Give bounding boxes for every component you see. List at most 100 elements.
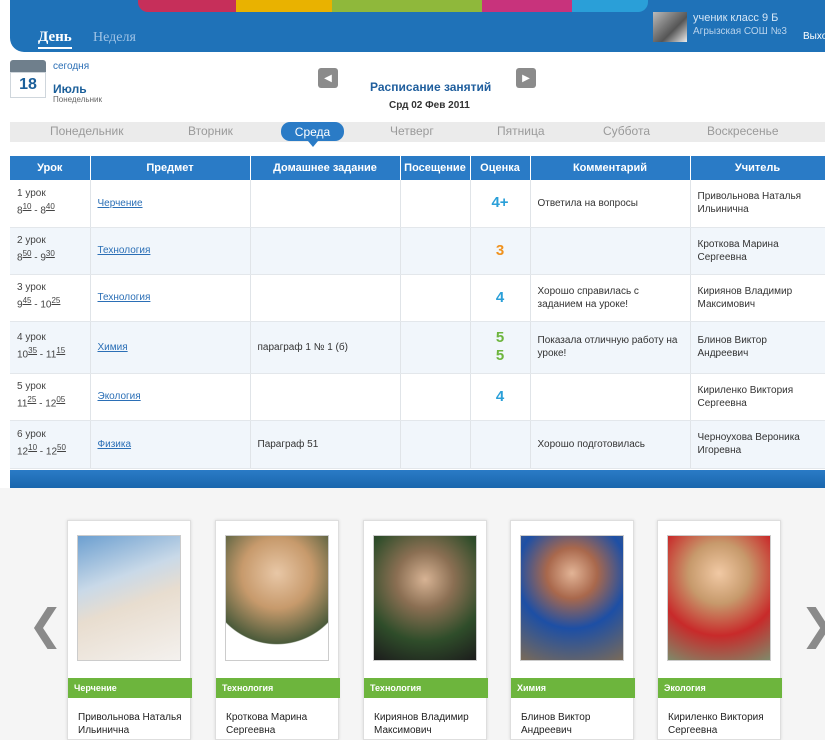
time-end-minute: 15 [56, 345, 66, 355]
table-row: 6 урок 1210 - 1250 Физика Параграф 51 Хорошо… [10, 420, 825, 469]
user-avatar[interactable] [653, 12, 687, 42]
time-end-minute: 25 [51, 296, 61, 306]
time-start-minute: 10 [22, 202, 32, 212]
subject-link[interactable]: Технология [98, 292, 151, 303]
teacher-name: Кириленко Виктория Сергеевна [668, 712, 764, 736]
teacher-card[interactable]: Экология Кириленко Виктория Сергеевна [657, 520, 782, 740]
teacher-photo[interactable] [667, 535, 771, 661]
prev-date-button[interactable]: ◀ [318, 68, 338, 88]
calendar-icon[interactable]: 18 [10, 60, 46, 98]
weekday-label: Понедельник [53, 95, 102, 104]
lesson-cell: 6 урок 1210 - 1250 [10, 420, 91, 469]
teacher-cell: Кириленко Виктория Сергеевна [690, 373, 825, 421]
homework-cell: параграф 1 № 1 (б) [250, 321, 401, 374]
homework-cell [250, 180, 401, 228]
lesson-number: 5 урок [17, 381, 46, 393]
lesson-cell: 2 урок 850 - 930 [10, 227, 91, 275]
comment-cell: Хорошо справилась с заданием на уроке! [530, 274, 691, 322]
table-row: 2 урок 850 - 930 Технология 3 Кроткова Марин… [10, 227, 825, 275]
teacher-subject: Технология [216, 678, 340, 698]
lesson-cell: 3 урок 945 - 1025 [10, 274, 91, 322]
homework-cell [250, 274, 401, 322]
time-end-hour: 12 [45, 398, 57, 410]
tab-week[interactable]: Неделя [93, 30, 136, 46]
tab-day[interactable]: День [38, 29, 72, 49]
tab-sunday[interactable]: Воскресенье [707, 124, 779, 138]
col-header-grade: Оценка [470, 156, 531, 180]
tab-wednesday[interactable]: Среда [281, 122, 344, 147]
teacher-photo[interactable] [77, 535, 181, 661]
lesson-number: 3 урок [17, 282, 46, 294]
grade-value: 5 [495, 329, 505, 346]
tab-monday[interactable]: Понедельник [50, 124, 123, 138]
subject-link[interactable]: Черчение [98, 198, 143, 209]
subject-cell: Химия [90, 321, 251, 374]
schedule-table: Урок Предмет Домашнее задание Посещение … [10, 156, 825, 469]
logout-link[interactable]: Выхо [803, 31, 825, 42]
brand-strip-3 [332, 0, 482, 12]
teacher-card[interactable]: Химия Блинов Виктор Андреевич [510, 520, 635, 740]
carousel-next-icon[interactable]: ❯ [800, 600, 825, 649]
teacher-subject: Черчение [68, 678, 192, 698]
grade-cell: 3 [470, 227, 531, 275]
schedule-title: Расписание занятий [370, 80, 492, 94]
table-footer-bar [10, 470, 825, 488]
attendance-cell [400, 274, 471, 322]
lesson-time: 1035 - 1115 [17, 345, 66, 361]
month-label: Июль [53, 82, 87, 96]
subject-link[interactable]: Физика [98, 439, 132, 450]
schedule-date: Срд 02 Фев 2011 [389, 100, 470, 111]
col-header-lesson: Урок [10, 156, 91, 180]
tab-saturday[interactable]: Суббота [603, 124, 650, 138]
lesson-cell: 5 урок 1125 - 1205 [10, 373, 91, 421]
teacher-photo[interactable] [373, 535, 477, 661]
teacher-photo[interactable] [520, 535, 624, 661]
calendar-day: 18 [10, 72, 46, 98]
lesson-number: 2 урок [17, 235, 46, 247]
grade-cell: 55 [470, 321, 531, 374]
tab-friday[interactable]: Пятница [497, 124, 545, 138]
lesson-time: 810 - 840 [17, 202, 55, 217]
user-class-label: ученик класс 9 Б [693, 12, 779, 24]
col-header-comment: Комментарий [530, 156, 691, 180]
grade-cell: 4+ [470, 180, 531, 228]
comment-cell: Хорошо подготовилась [530, 420, 691, 469]
subject-link[interactable]: Химия [98, 342, 128, 353]
lesson-time: 945 - 1025 [17, 296, 61, 311]
time-start-hour: 10 [17, 349, 29, 361]
subject-cell: Черчение [90, 180, 251, 228]
col-header-homework: Домашнее задание [250, 156, 401, 180]
teacher-subject: Технология [364, 678, 488, 698]
teacher-photo[interactable] [225, 535, 329, 661]
teacher-cell: Кириянов Владимир Максимович [690, 274, 825, 322]
calendar-icon-top [10, 60, 46, 72]
attendance-cell [400, 321, 471, 374]
comment-cell: Ответила на вопросы [530, 180, 691, 228]
lesson-cell: 4 урок 1035 - 1115 [10, 321, 91, 374]
screen: { "header": { "tab_day": "День", "tab_we… [0, 0, 825, 740]
next-date-button[interactable]: ▶ [516, 68, 536, 88]
subject-link[interactable]: Технология [98, 245, 151, 256]
tab-tuesday[interactable]: Вторник [188, 124, 233, 138]
teacher-cell: Кроткова Марина Сергеевна [690, 227, 825, 275]
carousel-prev-icon[interactable]: ❮ [28, 600, 63, 649]
comment-cell: Показала отличную работу на уроке! [530, 321, 691, 374]
teacher-card[interactable]: Технология Кроткова Марина Сергеевна [215, 520, 340, 740]
lesson-time: 1210 - 1250 [17, 442, 66, 458]
time-end-minute: 30 [45, 249, 55, 259]
teacher-name: Кроткова Марина Сергеевна [226, 712, 308, 736]
time-start-minute: 50 [22, 249, 32, 259]
brand-strip-1 [138, 0, 236, 12]
subject-cell: Экология [90, 373, 251, 421]
today-link[interactable]: сегодня [53, 61, 89, 72]
brand-strip-2 [236, 0, 332, 12]
tab-thursday[interactable]: Четверг [390, 124, 434, 138]
grade-value: 4 [495, 288, 505, 306]
comment-cell [530, 373, 691, 421]
subject-link[interactable]: Экология [98, 391, 141, 402]
teacher-card[interactable]: Технология Кириянов Владимир Максимович [363, 520, 488, 740]
grade-cell [470, 420, 531, 469]
teacher-subject: Химия [511, 678, 635, 698]
lesson-time: 850 - 930 [17, 249, 55, 264]
teacher-card[interactable]: Черчение Привольнова Наталья Ильинична [67, 520, 192, 740]
